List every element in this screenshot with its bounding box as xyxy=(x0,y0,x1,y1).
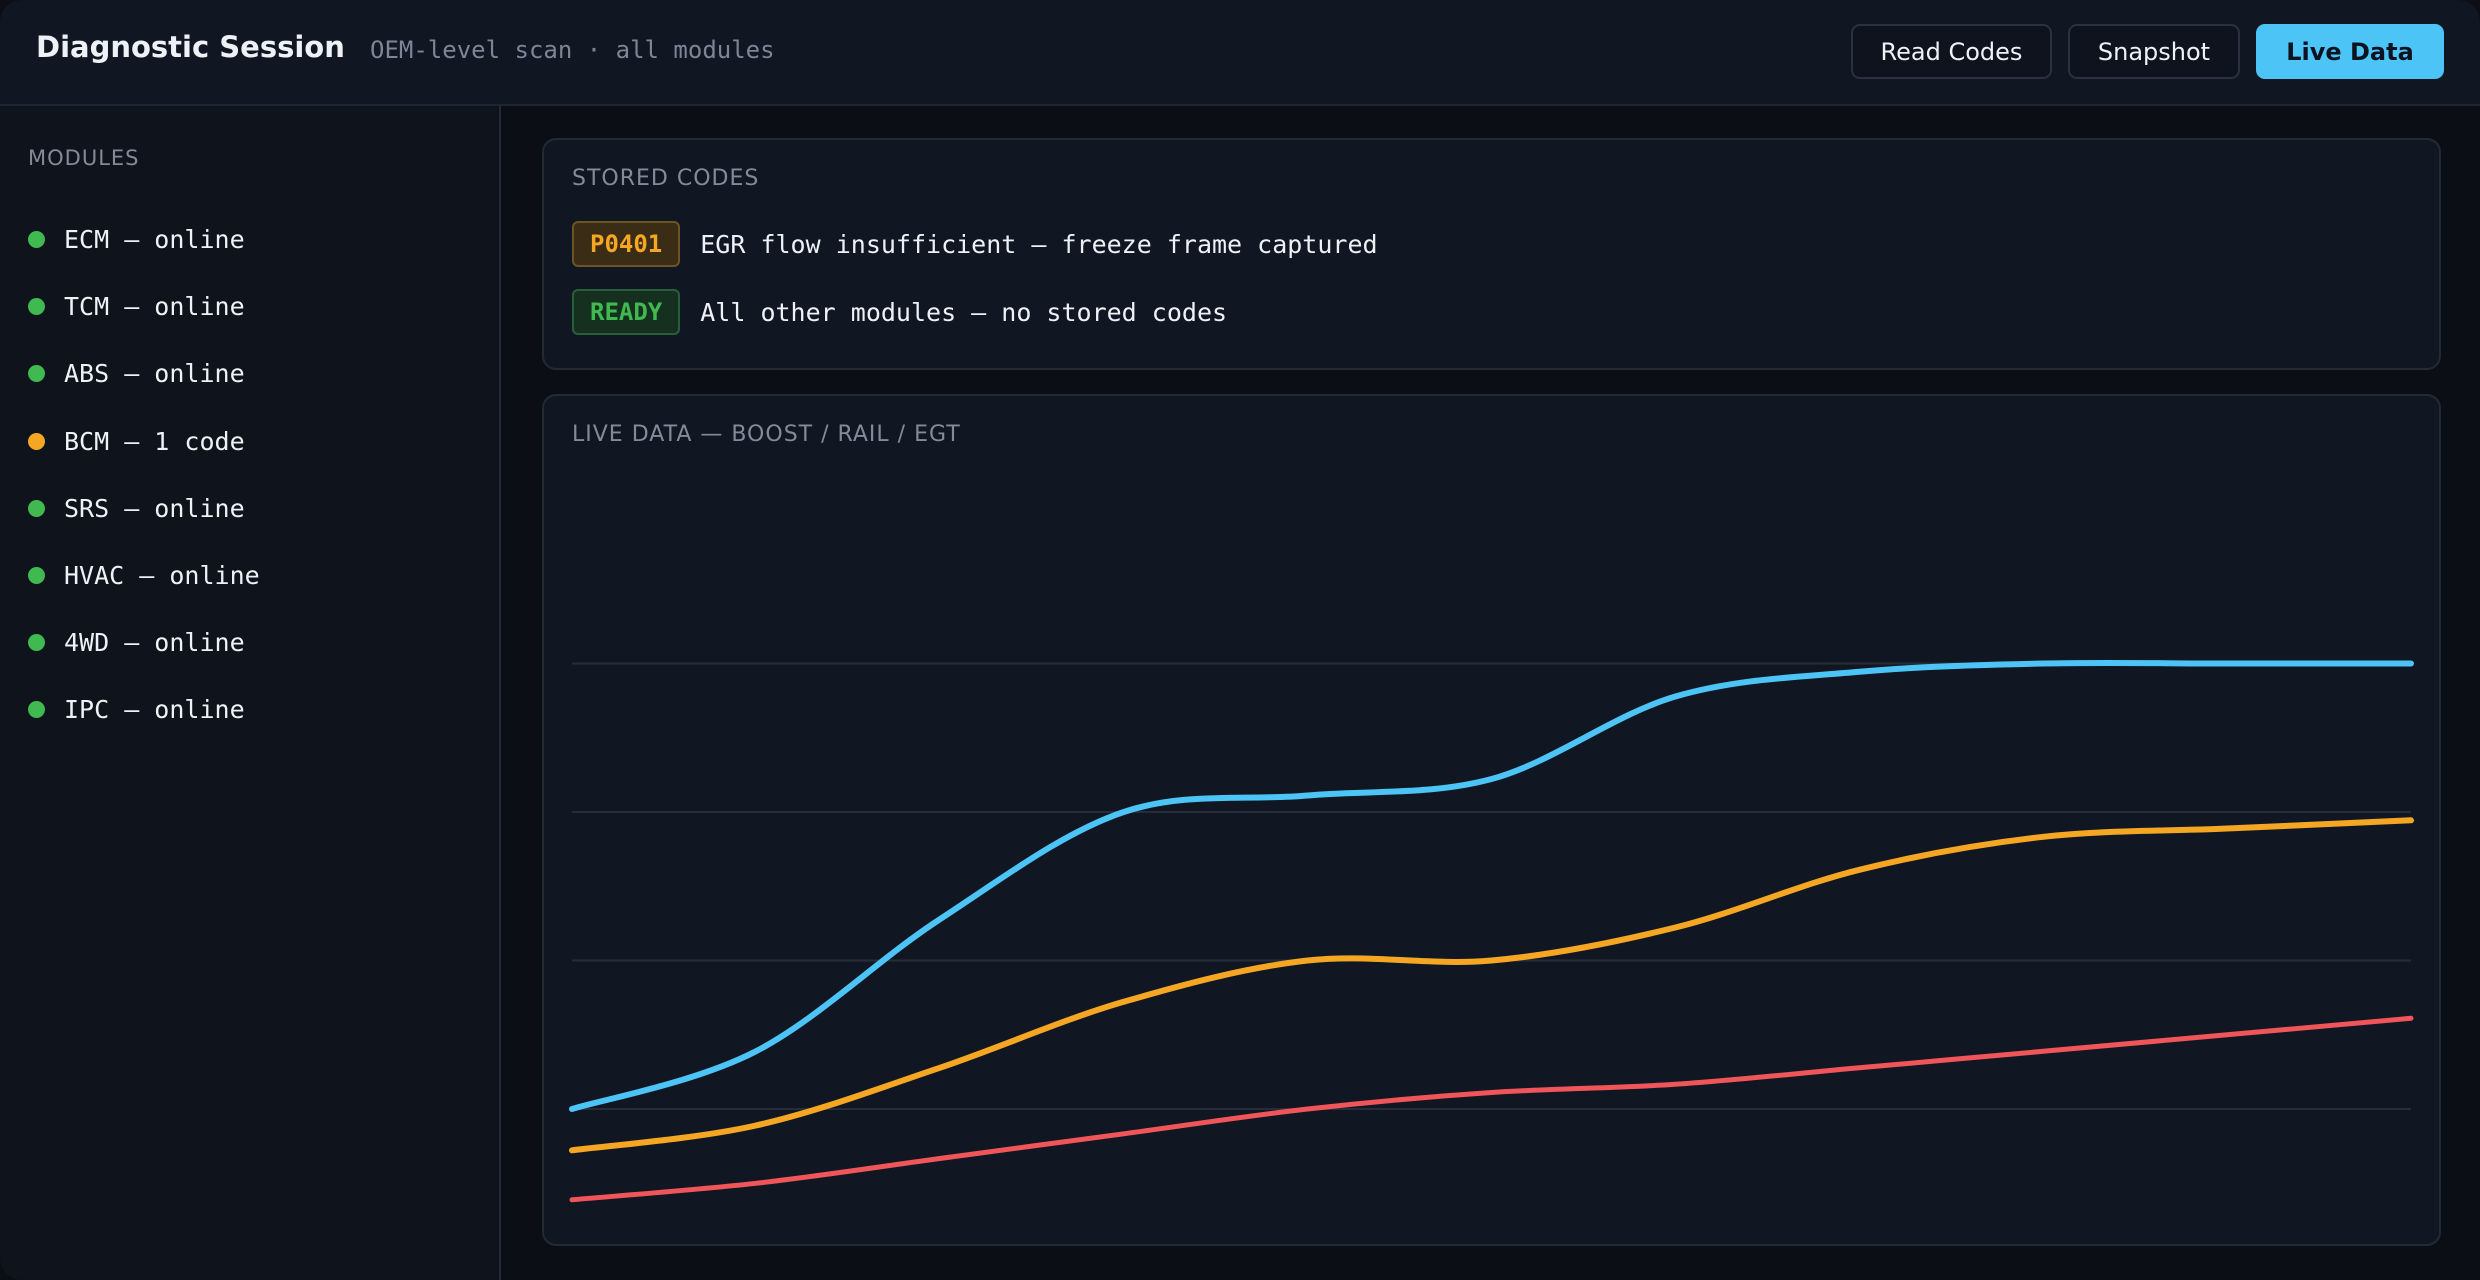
modules-sidebar: MODULES ECM — online TCM — online ABS — … xyxy=(0,106,501,1280)
module-item-ecm[interactable]: ECM — online xyxy=(28,206,488,273)
module-item-hvac[interactable]: HVAC — online xyxy=(28,542,488,609)
module-label: ABS — online xyxy=(64,359,245,389)
module-item-tcm[interactable]: TCM — online xyxy=(28,273,488,340)
top-bar: Diagnostic Session OEM-level scan · all … xyxy=(0,0,2480,106)
module-list: ECM — online TCM — online ABS — online B… xyxy=(28,206,488,744)
page-title: Diagnostic Session xyxy=(36,30,345,64)
module-label: HVAC — online xyxy=(64,561,260,591)
modules-heading: MODULES xyxy=(28,146,140,170)
status-dot-icon xyxy=(28,634,45,652)
module-item-ipc[interactable]: IPC — online xyxy=(28,676,488,743)
code-row-ready[interactable]: READY All other modules — no stored code… xyxy=(572,288,1227,336)
module-item-4wd[interactable]: 4WD — online xyxy=(28,609,488,676)
module-label: SRS — online xyxy=(64,493,245,523)
chart-series xyxy=(569,659,2414,1203)
status-dot-icon xyxy=(28,499,45,517)
status-dot-icon xyxy=(28,231,45,249)
module-label: ECM — online xyxy=(64,225,245,255)
code-description: EGR flow insufficient — freeze frame cap… xyxy=(700,229,1378,259)
page-subtitle: OEM-level scan · all modules xyxy=(370,36,775,64)
live-data-chart xyxy=(569,659,2414,1203)
module-item-srs[interactable]: SRS — online xyxy=(28,475,488,542)
status-dot-icon xyxy=(28,701,45,719)
module-item-bcm[interactable]: BCM — 1 code xyxy=(28,408,488,475)
live-data-button[interactable]: Live Data xyxy=(2256,24,2444,79)
live-data-panel: LIVE DATA — BOOST / RAIL / EGT xyxy=(542,394,2441,1246)
status-dot-icon xyxy=(28,298,45,316)
dtc-badge: P0401 xyxy=(572,221,681,267)
module-label: IPC — online xyxy=(64,695,245,725)
app-window: Diagnostic Session OEM-level scan · all … xyxy=(0,0,2480,1280)
read-codes-button[interactable]: Read Codes xyxy=(1851,24,2052,79)
code-row-p0401[interactable]: P0401 EGR flow insufficient — freeze fra… xyxy=(572,220,1378,268)
module-label: TCM — online xyxy=(64,292,245,322)
module-label: BCM — 1 code xyxy=(64,426,245,456)
status-dot-icon xyxy=(28,365,45,383)
stored-codes-title: STORED CODES xyxy=(572,166,760,191)
stored-codes-panel: STORED CODES P0401 EGR flow insufficient… xyxy=(542,138,2441,370)
module-item-abs[interactable]: ABS — online xyxy=(28,340,488,407)
status-dot-icon xyxy=(28,432,45,450)
code-description: All other modules — no stored codes xyxy=(700,297,1228,327)
module-label: 4WD — online xyxy=(64,628,245,658)
ready-badge: READY xyxy=(572,289,681,335)
status-dot-icon xyxy=(28,567,45,585)
snapshot-button[interactable]: Snapshot xyxy=(2068,24,2240,79)
